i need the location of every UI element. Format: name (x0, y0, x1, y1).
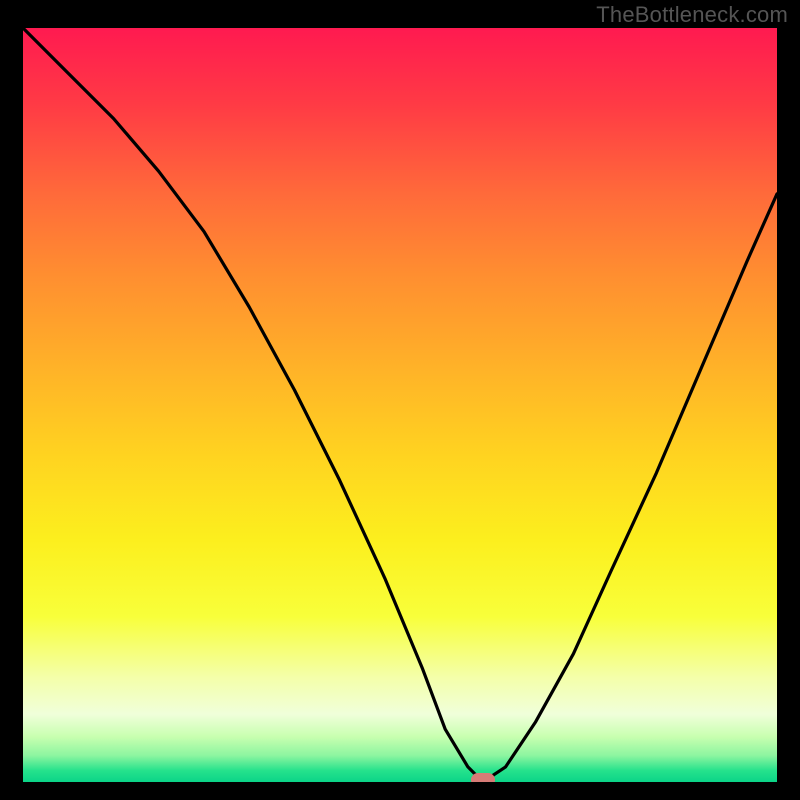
bottleneck-curve (23, 28, 777, 782)
watermark-text: TheBottleneck.com (596, 2, 788, 28)
chart-frame: TheBottleneck.com (0, 0, 800, 800)
plot-area (23, 28, 777, 782)
curve-path (23, 28, 777, 782)
min-marker (471, 773, 495, 782)
